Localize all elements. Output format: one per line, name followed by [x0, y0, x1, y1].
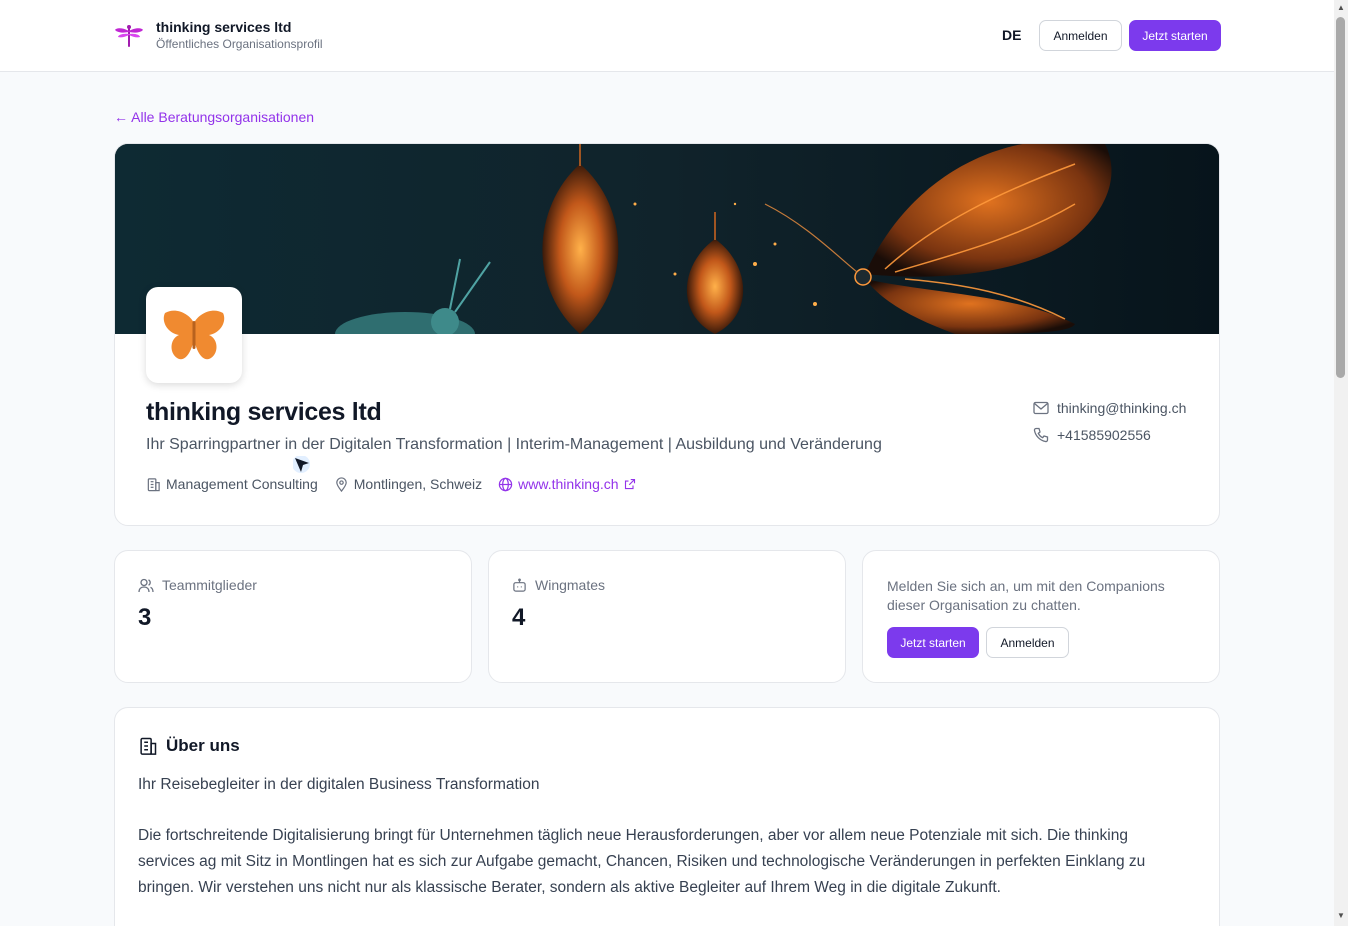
brand-name: thinking services ltd: [156, 19, 292, 35]
cta-login-button[interactable]: Anmelden: [986, 627, 1069, 658]
scrollbar-thumb[interactable]: [1336, 17, 1345, 378]
bot-icon: [513, 578, 526, 592]
top-navbar: thinking services ltd Öffentliches Organ…: [0, 0, 1334, 72]
about-lead: Ihr Reisebegleiter in der digitalen Busi…: [138, 776, 540, 793]
website-link[interactable]: www.thinking.ch: [498, 476, 640, 492]
team-members-count: 3: [138, 604, 152, 631]
organization-avatar: [146, 287, 242, 383]
mail-icon: [1033, 401, 1049, 415]
map-pin-icon: [335, 476, 347, 492]
back-to-organisations-link[interactable]: ← Alle Beratungsorganisationen: [114, 109, 314, 125]
chat-cta-text: Melden Sie sich an, um mit den Companion…: [887, 578, 1165, 613]
building-icon: [147, 477, 160, 491]
profile-card: thinking services ltd Ihr Sparringpartne…: [114, 143, 1220, 526]
cover-banner-image: [115, 144, 1219, 334]
team-members-card: Teammitglieder 3: [114, 550, 472, 683]
scroll-up-arrow-icon[interactable]: ▲: [1336, 3, 1346, 13]
scroll-down-arrow-icon[interactable]: ▼: [1336, 911, 1346, 921]
brand-subtitle: Öffentliches Organisationsprofil: [156, 37, 323, 51]
cta-get-started-button[interactable]: Jetzt starten: [887, 627, 979, 658]
login-button[interactable]: Anmelden: [1039, 20, 1122, 51]
contact-info: thinking@thinking.ch +41585902556: [1033, 398, 1186, 452]
wingmates-count: 4: [512, 604, 526, 631]
phone-link[interactable]: +41585902556: [1057, 427, 1151, 443]
wingmates-card: Wingmates 4: [488, 550, 846, 683]
organization-meta: Management Consulting Montlingen, Schwei…: [146, 476, 657, 492]
language-switcher[interactable]: DE: [1002, 27, 1021, 43]
mouse-cursor-icon: [293, 456, 310, 473]
get-started-button[interactable]: Jetzt starten: [1129, 20, 1221, 51]
chat-cta-card: Melden Sie sich an, um mit den Companion…: [862, 550, 1220, 683]
team-members-label: Teammitglieder: [162, 577, 257, 593]
organization-name: thinking services ltd: [146, 398, 382, 426]
organization-tagline: Ihr Sparringpartner in der Digitalen Tra…: [146, 436, 882, 453]
globe-icon: [498, 477, 513, 491]
about-body: Die fortschreitende Digitalisierung brin…: [138, 827, 1146, 896]
about-section: Über uns Ihr Reisebegleiter in der digit…: [114, 707, 1220, 926]
website-url: www.thinking.ch: [518, 476, 619, 492]
about-title: Über uns: [166, 736, 240, 755]
butterfly-icon: [163, 310, 225, 360]
location-label: Montlingen, Schweiz: [353, 476, 483, 492]
dragonfly-logo-icon: [115, 25, 143, 47]
phone-icon: [1033, 427, 1049, 443]
wingmates-label: Wingmates: [535, 577, 606, 593]
brand[interactable]: thinking services ltd Öffentliches Organ…: [114, 19, 323, 53]
email-link[interactable]: thinking@thinking.ch: [1057, 400, 1186, 416]
users-icon: [138, 578, 154, 592]
industry-label: Management Consulting: [166, 476, 318, 492]
building-icon: [140, 737, 157, 755]
external-link-icon: [624, 478, 635, 490]
